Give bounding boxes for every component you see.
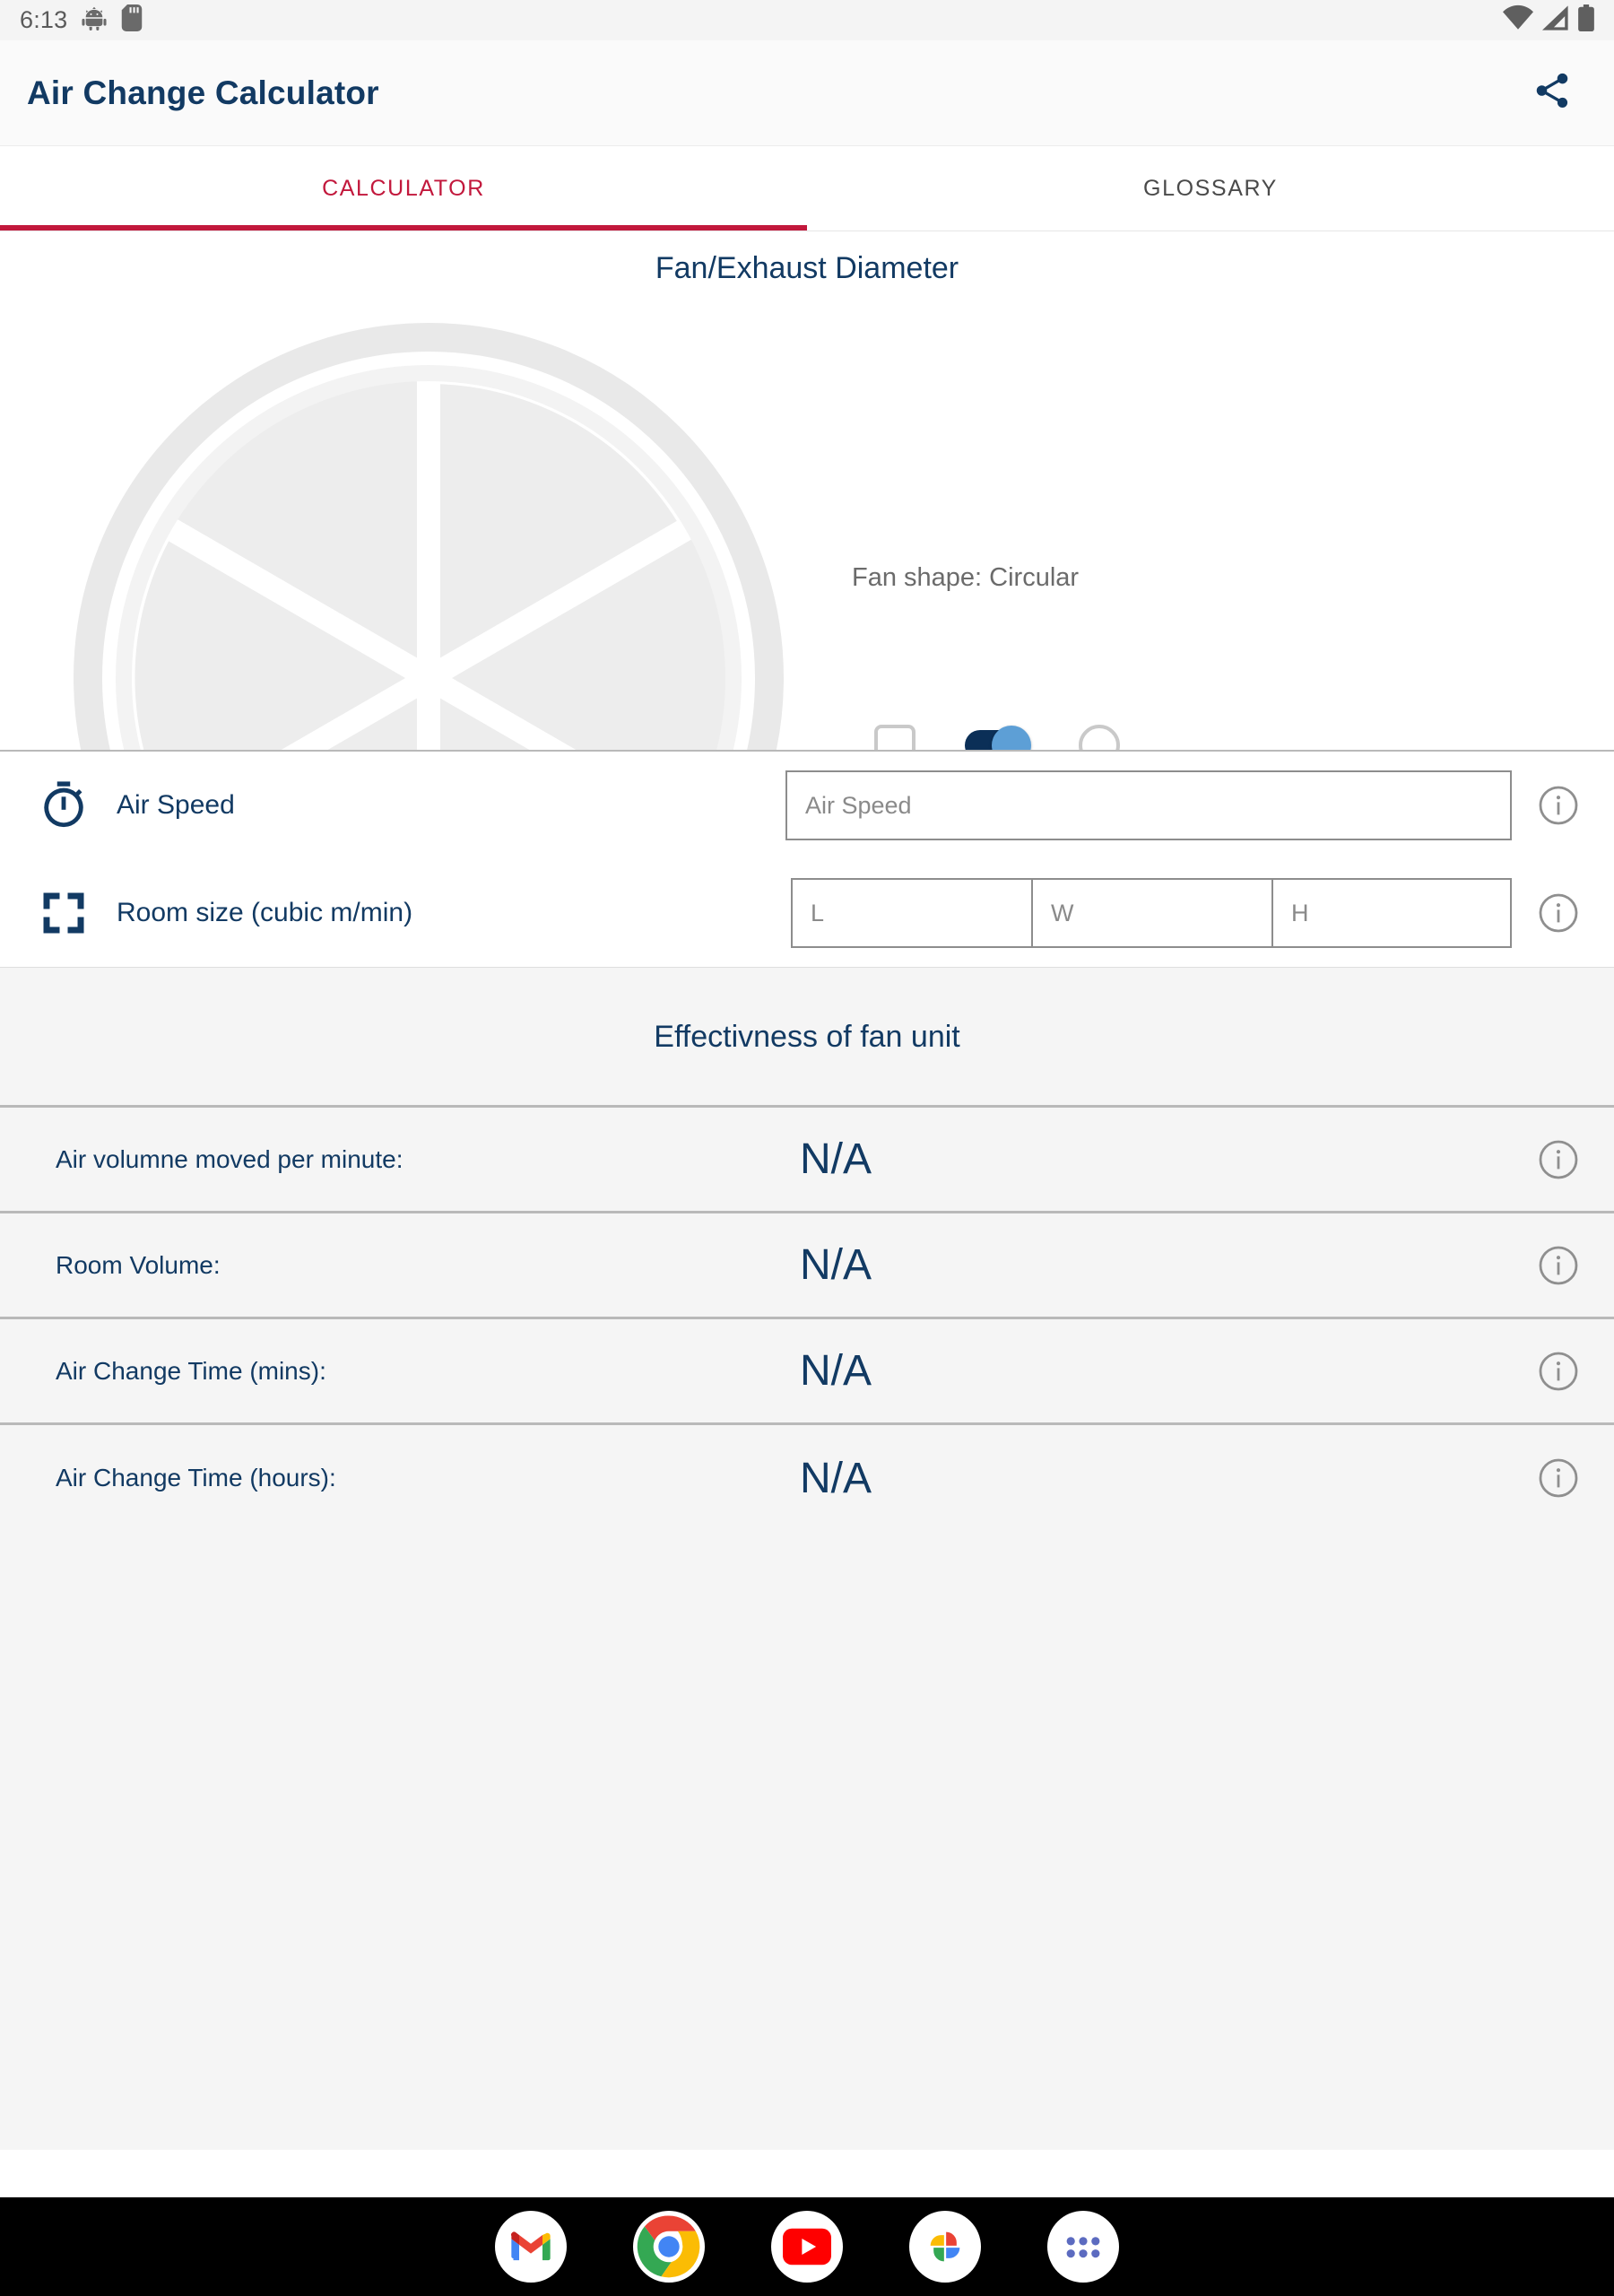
result-row-room-volume: Room Volume: N/A: [0, 1213, 1614, 1319]
tab-calculator-label: CALCULATOR: [322, 175, 485, 201]
air-speed-label: Air Speed: [117, 790, 235, 820]
air-speed-input[interactable]: Air Speed: [785, 770, 1512, 840]
share-icon: [1532, 70, 1573, 116]
result-label-change-time-mins: Air Change Time (mins):: [56, 1356, 326, 1385]
aperture-diagram-icon: [74, 323, 784, 750]
results-heading: Effectivness of fan unit: [0, 968, 1614, 1108]
result-info-icon-air-volume[interactable]: [1537, 1138, 1580, 1181]
room-length-input[interactable]: L: [791, 878, 1031, 948]
battery-icon: [1578, 4, 1594, 36]
crop-corners-icon: [36, 885, 91, 941]
page-title: Air Change Calculator: [27, 74, 379, 111]
gmail-app-icon[interactable]: [495, 2211, 567, 2283]
shape-checkbox[interactable]: [874, 725, 915, 750]
room-length-placeholder: L: [811, 899, 825, 926]
stopwatch-icon: [36, 778, 91, 833]
room-size-fields: L W H: [791, 878, 1614, 948]
tab-calculator[interactable]: CALCULATOR: [0, 146, 807, 230]
tab-glossary-label: GLOSSARY: [1143, 175, 1278, 201]
results-section: Effectivness of fan unit Air volumne mov…: [0, 967, 1614, 1531]
android-gear-icon: [82, 5, 107, 35]
android-dock: [0, 2197, 1614, 2296]
result-label-room-volume: Room Volume:: [56, 1250, 221, 1279]
status-bar-right: [1503, 4, 1594, 36]
app-drawer-icon[interactable]: [1047, 2211, 1119, 2283]
status-bar-left: 6:13: [20, 4, 143, 36]
wifi-icon: [1503, 4, 1533, 36]
result-info-icon-change-time-mins[interactable]: [1537, 1350, 1580, 1393]
sd-card-icon: [121, 4, 143, 36]
result-info-icon-room-volume[interactable]: [1537, 1244, 1580, 1287]
youtube-app-icon[interactable]: [771, 2211, 843, 2283]
room-size-lwh-group: L W H: [791, 878, 1512, 948]
result-value-change-time-mins: N/A: [800, 1347, 872, 1395]
result-row-change-time-hours: Air Change Time (hours): N/A: [0, 1425, 1614, 1531]
share-button[interactable]: [1517, 58, 1587, 128]
tab-bar: CALCULATOR GLOSSARY: [0, 146, 1614, 231]
fan-shape-controls: [874, 725, 1120, 750]
input-section: Air Speed Air Speed Room size (cubic m/m…: [0, 752, 1614, 967]
shape-radio[interactable]: [1079, 725, 1120, 750]
room-width-placeholder: W: [1051, 899, 1074, 926]
shape-switch[interactable]: [965, 726, 1031, 750]
result-label-change-time-hours: Air Change Time (hours):: [56, 1464, 336, 1492]
result-label-air-volume: Air volumne moved per minute:: [56, 1144, 404, 1173]
air-speed-info-icon[interactable]: [1537, 784, 1580, 827]
result-row-air-volume: Air volumne moved per minute: N/A: [0, 1108, 1614, 1213]
air-speed-input-placeholder: Air Speed: [805, 791, 912, 819]
content-spacer: [0, 1531, 1614, 2150]
google-photos-app-icon[interactable]: [909, 2211, 981, 2283]
room-width-input[interactable]: W: [1031, 878, 1271, 948]
room-size-row: Room size (cubic m/min) L W H: [0, 859, 1614, 967]
result-value-change-time-hours: N/A: [800, 1454, 872, 1502]
fan-shape-label: Fan shape: Circular: [852, 563, 1080, 592]
app-bar: Air Change Calculator: [0, 40, 1614, 146]
result-info-icon-change-time-hours[interactable]: [1537, 1457, 1580, 1500]
result-value-room-volume: N/A: [800, 1241, 872, 1289]
room-size-info-icon[interactable]: [1537, 891, 1580, 935]
result-row-change-time-mins: Air Change Time (mins): N/A: [0, 1319, 1614, 1425]
tab-glossary[interactable]: GLOSSARY: [807, 146, 1614, 230]
cell-signal-icon: [1542, 4, 1569, 36]
status-bar: 6:13: [0, 0, 1614, 40]
room-height-input[interactable]: H: [1271, 878, 1512, 948]
fan-diameter-panel: Fan/Exhaust Diameter Fan shape: Circular: [0, 231, 1614, 752]
room-size-label: Room size (cubic m/min): [117, 898, 413, 927]
fan-diameter-heading: Fan/Exhaust Diameter: [655, 251, 959, 285]
chrome-app-icon[interactable]: [633, 2211, 705, 2283]
status-bar-clock: 6:13: [20, 6, 68, 33]
result-value-air-volume: N/A: [800, 1135, 872, 1183]
room-height-placeholder: H: [1291, 899, 1309, 926]
air-speed-fields: Air Speed: [785, 770, 1614, 840]
air-speed-row: Air Speed Air Speed: [0, 752, 1614, 859]
